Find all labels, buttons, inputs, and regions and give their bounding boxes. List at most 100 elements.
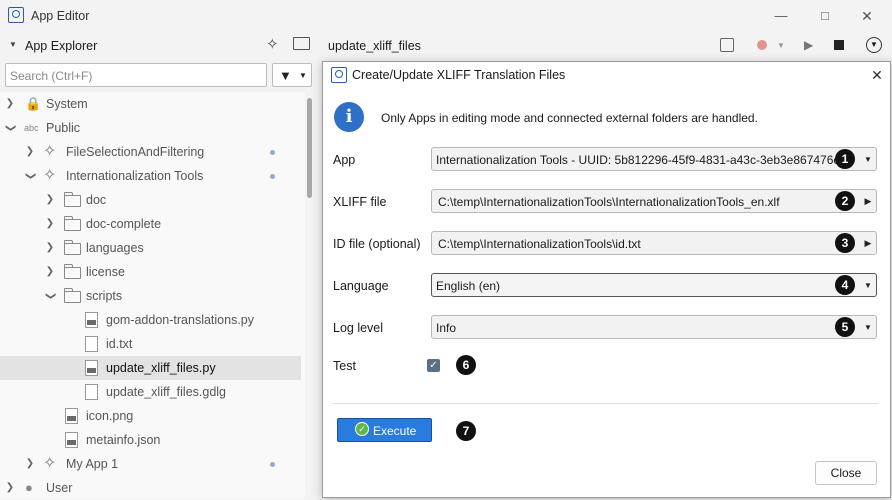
play-icon[interactable]: ▶ — [804, 38, 813, 52]
lock-icon: 🔒 — [25, 96, 42, 111]
chevron-down-icon[interactable]: ❯ — [0, 123, 22, 133]
record-icon[interactable] — [757, 40, 767, 50]
tree-item-icon-png[interactable]: icon.png — [0, 404, 301, 428]
callout-badge-7: 7 — [456, 421, 476, 441]
tree-scroll-thumb[interactable] — [307, 98, 312, 198]
browse-arrow-icon[interactable]: ▶ — [860, 238, 876, 249]
tree-item-user[interactable]: ❯ ● User — [0, 476, 301, 500]
filter-button[interactable]: ▼ ▼ — [272, 63, 312, 87]
chevron-down-icon[interactable]: ▼ — [860, 281, 876, 290]
python-file-icon — [85, 360, 98, 376]
loglevel-label: Log level — [333, 321, 384, 335]
tree-item-public[interactable]: ❯ abc Public — [0, 116, 301, 140]
browse-arrow-icon[interactable]: ▶ — [860, 196, 876, 207]
xliff-label: XLIFF file — [333, 195, 387, 209]
dialog-app-icon — [331, 67, 347, 83]
close-button[interactable]: Close — [815, 461, 877, 485]
tree-item-update-xliff-gdlg[interactable]: update_xliff_files.gdlg — [0, 380, 301, 404]
chevron-right-icon[interactable]: ❯ — [25, 140, 35, 164]
callout-badge-3: 3 — [835, 233, 855, 253]
chevron-right-icon[interactable]: ❯ — [25, 452, 35, 476]
tree-item-my-app-1[interactable]: ❯ ✧ My App 1 — [0, 452, 301, 476]
tree-item-languages[interactable]: ❯ languages — [0, 236, 301, 260]
folder-icon — [64, 264, 81, 279]
loglevel-value: Info — [436, 321, 457, 335]
tree-item-license[interactable]: ❯ license — [0, 260, 301, 284]
callout-badge-6: 6 — [456, 355, 476, 375]
chevron-right-icon[interactable]: ❯ — [5, 476, 15, 500]
chevron-down-icon[interactable]: ▼ — [860, 323, 876, 332]
text-file-icon — [85, 336, 98, 352]
chevron-down-icon[interactable]: ▼ — [860, 155, 876, 164]
collapse-explorer-icon[interactable]: ▼ — [9, 40, 17, 49]
xliff-value: C:\temp\InternationalizationTools\Intern… — [438, 195, 780, 209]
info-icon: i — [334, 102, 364, 132]
image-file-icon — [65, 408, 78, 424]
record-dropdown-icon[interactable]: ▼ — [777, 41, 785, 50]
chevron-down-icon[interactable]: ❯ — [18, 171, 42, 181]
title-bar — [0, 0, 892, 32]
save-icon[interactable] — [720, 38, 734, 52]
callout-badge-1: 1 — [835, 149, 855, 169]
explorer-title: App Explorer — [25, 39, 98, 53]
puzzle-icon: ✧ — [43, 143, 57, 160]
dialog-divider — [333, 403, 878, 404]
dialog-close-icon[interactable]: ✕ — [866, 64, 888, 86]
add-folder-icon[interactable] — [293, 37, 310, 50]
tree-item-gom-addon-translations[interactable]: gom-addon-translations.py — [0, 308, 301, 332]
callout-badge-2: 2 — [835, 191, 855, 211]
log-level-combobox[interactable] — [431, 315, 877, 339]
tree-item-update-xliff-py[interactable]: update_xliff_files.py — [0, 356, 301, 380]
tree-item-doc[interactable]: ❯ doc — [0, 188, 301, 212]
tree-item-system[interactable]: ❯ 🔒 System — [0, 92, 301, 116]
stop-icon[interactable] — [834, 40, 844, 50]
check-icon: ✓ — [355, 422, 369, 436]
folder-icon — [64, 288, 81, 303]
maximize-button[interactable]: □ — [808, 4, 842, 28]
app-value: Internationalization Tools - UUID: 5b812… — [436, 153, 840, 167]
idfile-label: ID file (optional) — [333, 237, 421, 251]
window-title: App Editor — [31, 9, 90, 23]
tree-item-doc-complete[interactable]: ❯ doc-complete — [0, 212, 301, 236]
chevron-right-icon[interactable]: ❯ — [45, 188, 55, 212]
language-value: English (en) — [436, 279, 501, 293]
search-placeholder: Search (Ctrl+F) — [10, 69, 93, 83]
json-file-icon — [65, 432, 78, 448]
app-label: App — [333, 153, 356, 167]
tree-item-id-txt[interactable]: id.txt — [0, 332, 301, 356]
minimize-button[interactable]: — — [764, 4, 798, 28]
folder-icon — [64, 192, 81, 207]
app-explorer-tree: ❯ 🔒 System ❯ abc Public ❯ ✧ FileSelectio… — [0, 92, 305, 499]
chevron-right-icon[interactable]: ❯ — [45, 260, 55, 284]
filter-icon: ▼ — [279, 68, 292, 83]
folder-icon — [64, 216, 81, 231]
expand-toolbar-icon[interactable]: ▼ — [866, 37, 882, 53]
app-editor-icon — [8, 7, 24, 23]
status-dot — [270, 462, 275, 467]
chevron-right-icon[interactable]: ❯ — [45, 236, 55, 260]
status-dot — [270, 150, 275, 155]
idfile-value: C:\temp\InternationalizationTools\id.txt — [438, 237, 641, 251]
editor-tab-title[interactable]: update_xliff_files — [328, 39, 421, 53]
chevron-down-icon[interactable]: ❯ — [38, 291, 62, 301]
tree-item-metainfo-json[interactable]: metainfo.json — [0, 428, 301, 452]
execute-label: Execute — [373, 424, 417, 438]
window-close-button[interactable]: ✕ — [850, 4, 884, 28]
callout-badge-4: 4 — [835, 275, 855, 295]
tree-item-fileselection[interactable]: ❯ ✧ FileSelectionAndFiltering — [0, 140, 301, 164]
tree-item-internationalization-tools[interactable]: ❯ ✧ Internationalization Tools — [0, 164, 301, 188]
public-abc-icon: abc — [24, 123, 39, 133]
callout-badge-5: 5 — [835, 317, 855, 337]
test-checkbox[interactable]: ✓ — [427, 359, 440, 372]
test-label: Test — [333, 359, 356, 373]
language-label: Language — [333, 279, 389, 293]
puzzle-icon: ✧ — [43, 167, 57, 184]
status-dot — [270, 174, 275, 179]
puzzle-icon: ✧ — [43, 455, 57, 472]
add-app-icon[interactable]: ✧ — [266, 35, 279, 53]
python-file-icon — [85, 312, 98, 328]
user-icon: ● — [25, 480, 33, 495]
chevron-right-icon[interactable]: ❯ — [5, 92, 15, 116]
chevron-right-icon[interactable]: ❯ — [45, 212, 55, 236]
tree-item-scripts[interactable]: ❯ scripts — [0, 284, 301, 308]
